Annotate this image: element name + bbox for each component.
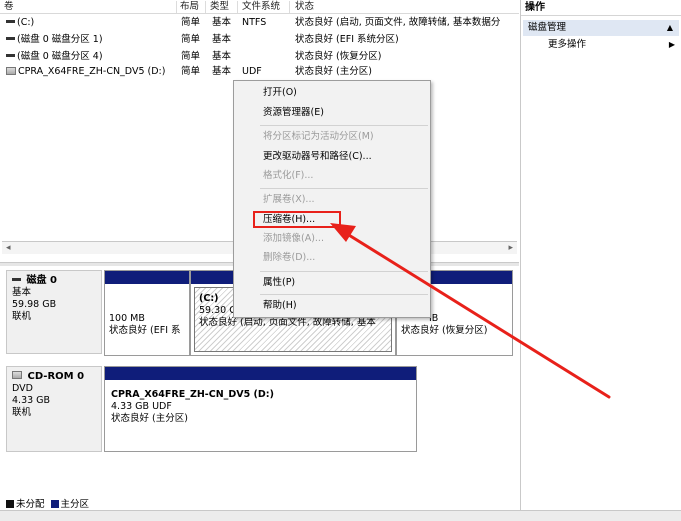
volume-status: 状态良好 (启动, 页面文件, 故障转储, 基本数据分 [295,17,501,28]
menu-separator [260,125,428,126]
menu-item-change-drive-letter[interactable]: 更改驱动器号和路径(C)... [263,149,372,165]
column-header-volume[interactable]: 卷 [4,1,14,13]
disk-kind: 基本 [12,287,32,298]
disk-state: 联机 [12,311,32,322]
volume-type: 基本 [212,51,232,62]
volume-name: CPRA_X64FRE_ZH-CN_DV5 (D:) [18,66,166,77]
column-header-filesystem[interactable]: 文件系统 [242,1,280,13]
volume-layout: 简单 [181,34,201,45]
volume-icon [6,37,15,40]
menu-separator [260,271,428,272]
menu-item-properties[interactable]: 属性(P) [263,275,295,291]
section-label: 磁盘管理 [528,22,567,33]
partition-status: 状态良好 (主分区) [111,413,188,424]
column-header-status[interactable]: 状态 [295,1,314,13]
volume-icon [6,54,15,57]
actions-section-disk-management[interactable]: 磁盘管理 ▲ [523,20,679,36]
menu-item-add-mirror: 添加镜像(A)... [263,233,324,244]
unallocated-swatch [6,499,14,508]
scroll-left-icon[interactable]: ◂ [6,243,11,253]
partition-size: 100 MB [109,313,145,324]
partition-name: CPRA_X64FRE_ZH-CN_DV5 (D:) [111,389,274,400]
volume-type: 基本 [212,34,232,45]
menu-item-format: 格式化(F)... [263,170,314,181]
menu-separator [260,188,428,189]
volume-icon [6,20,15,23]
disk-0-label[interactable]: 磁盘 0 基本 59.98 GB 联机 [6,270,102,354]
partition-status: 状态良好 (EFI 系 [109,325,181,336]
partition-d[interactable]: CPRA_X64FRE_ZH-CN_DV5 (D:) 4.33 GB UDF 状… [104,366,417,452]
volume-name: (C:) [17,17,35,28]
more-actions-item[interactable]: 更多操作 ▶ [521,36,681,54]
disk-state: 联机 [12,407,32,418]
cd-drive-icon [6,66,16,75]
table-row[interactable]: (磁盘 0 磁盘分区 1) 简单 基本 状态良好 (EFI 系统分区) [0,34,519,46]
menu-item-explorer[interactable]: 资源管理器(E) [263,105,324,121]
menu-item-open[interactable]: 打开(O) [263,85,297,101]
legend-primary: 主分区 [60,499,90,510]
cdrom-0-label[interactable]: CD-ROM 0 DVD 4.33 GB 联机 [6,366,102,452]
disk-size: 4.33 GB [12,395,51,406]
volume-name: (磁盘 0 磁盘分区 1) [17,34,103,45]
actions-title: 操作 [521,0,681,16]
more-actions-label: 更多操作 [548,39,587,50]
menu-item-help[interactable]: 帮助(H) [263,298,297,314]
primary-swatch [50,499,59,508]
column-header-type[interactable]: 类型 [210,1,229,13]
volume-type: 基本 [212,66,232,77]
volume-layout: 简单 [181,51,201,62]
menu-item-mark-active: 将分区标记为活动分区(M) [263,131,374,142]
collapse-up-icon[interactable]: ▲ [667,20,673,36]
disk-title: CD-ROM 0 [27,371,85,382]
partition-status: 状态良好 (启动, 页面文件, 故障转储, 基本 [199,317,376,328]
legend-unallocated: 未分配 [16,499,45,510]
cd-drive-icon [12,371,22,379]
table-row[interactable]: CPRA_X64FRE_ZH-CN_DV5 (D:) 简单 基本 UDF 状态良… [0,66,519,78]
volume-name: (磁盘 0 磁盘分区 4) [17,51,103,62]
volume-fs: UDF [242,66,262,77]
context-menu: 打开(O) 资源管理器(E) 将分区标记为活动分区(M) 更改驱动器号和路径(C… [233,80,431,318]
chevron-right-icon: ▶ [668,40,675,49]
volume-layout: 简单 [181,66,201,77]
menu-item-extend: 扩展卷(X)... [263,194,315,205]
volume-status: 状态良好 (EFI 系统分区) [295,34,399,45]
status-bar [0,510,681,521]
volume-fs: NTFS [242,17,267,28]
volume-status: 状态良好 (恢复分区) [295,51,382,62]
volume-layout: 简单 [181,17,201,28]
menu-separator [260,294,428,295]
table-row[interactable]: (磁盘 0 磁盘分区 4) 简单 基本 状态良好 (恢复分区) [0,51,519,63]
disk-title: 磁盘 0 [26,275,57,286]
scroll-right-icon[interactable]: ▸ [508,243,513,253]
volume-type: 基本 [212,17,232,28]
table-row[interactable]: (C:) 简单 基本 NTFS 状态良好 (启动, 页面文件, 故障转储, 基本… [0,17,519,29]
column-header-layout[interactable]: 布局 [180,1,199,13]
actions-pane: 操作 磁盘管理 ▲ 更多操作 ▶ [520,0,681,521]
disk-kind: DVD [12,383,33,394]
highlight-box [253,211,341,228]
disk-size: 59.98 GB [12,299,57,310]
partition-status: 状态良好 (恢复分区) [401,325,488,336]
primary-partition-bar [105,367,416,380]
volume-status: 状态良好 (主分区) [295,66,372,77]
partition-efi[interactable]: 100 MB 状态良好 (EFI 系 [104,270,190,356]
volume-list-header: 卷 布局 类型 文件系统 状态 [0,0,519,14]
menu-item-delete: 删除卷(D)... [263,252,316,263]
disk-icon [12,277,21,281]
partition-size: 4.33 GB UDF [111,401,172,412]
primary-partition-bar [105,271,189,284]
